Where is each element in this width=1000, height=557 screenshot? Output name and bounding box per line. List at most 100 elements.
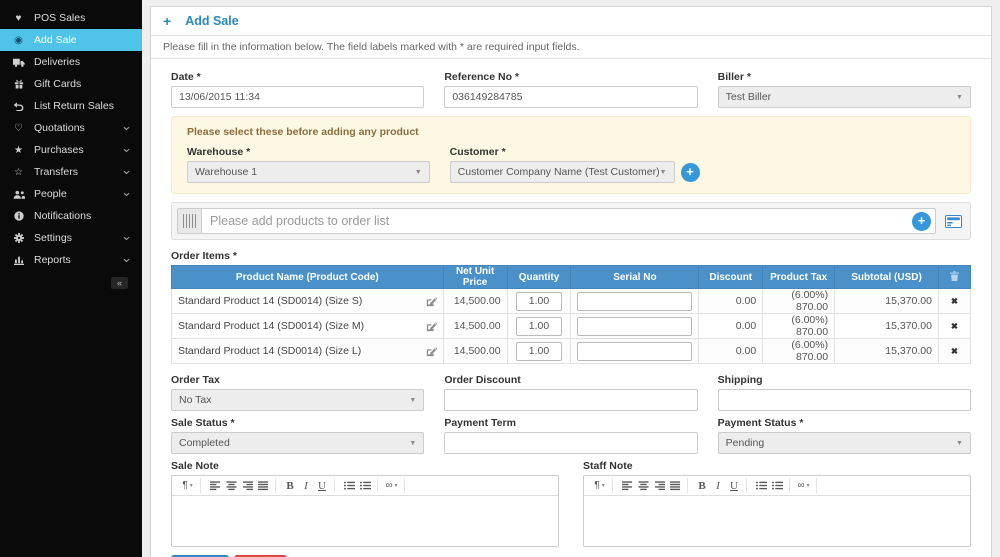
- edit-product-icon[interactable]: [426, 296, 437, 307]
- link-icon[interactable]: ∞▼: [385, 478, 399, 493]
- ordered-list-icon[interactable]: [770, 478, 784, 493]
- order-tax-select[interactable]: No Tax ▼: [171, 389, 424, 411]
- paragraph-style-icon[interactable]: ¶▼: [181, 478, 195, 493]
- gift-icon: [12, 79, 25, 89]
- product-search-input[interactable]: [202, 214, 912, 228]
- align-justify-icon[interactable]: [256, 478, 270, 493]
- truck-icon: [12, 58, 25, 67]
- staff-note-label: Staff Note: [583, 460, 971, 472]
- unordered-list-icon[interactable]: [754, 478, 768, 493]
- net-unit-price-cell: 14,500.00: [443, 289, 507, 314]
- serial-no-cell: [571, 289, 699, 314]
- order-items-header-row: Product Name (Product Code)Net Unit Pric…: [172, 266, 971, 289]
- order-tax-value: No Tax: [179, 394, 409, 406]
- serial-no-input[interactable]: [577, 317, 692, 336]
- code-icon[interactable]: [412, 478, 426, 493]
- align-left-icon[interactable]: [620, 478, 634, 493]
- sidebar-item-transfers[interactable]: ☆Transfers: [0, 161, 142, 183]
- biller-select[interactable]: Test Biller ▼: [718, 86, 971, 108]
- remove-row-icon[interactable]: ✖: [945, 321, 964, 332]
- payment-term-input[interactable]: [444, 432, 697, 454]
- edit-product-icon[interactable]: [426, 346, 437, 357]
- net-unit-price-cell: 14,500.00: [443, 314, 507, 339]
- warehouse-select[interactable]: Warehouse 1 ▼: [187, 161, 430, 183]
- sale-note-content[interactable]: [172, 496, 558, 546]
- sidebar-item-purchases[interactable]: ★Purchases: [0, 139, 142, 161]
- sidebar-item-list-return-sales[interactable]: List Return Sales: [0, 95, 142, 117]
- italic-icon[interactable]: I: [299, 478, 313, 493]
- customer-value: Customer Company Name (Test Customer): [458, 166, 660, 178]
- align-justify-icon[interactable]: [668, 478, 682, 493]
- sidebar-item-people[interactable]: People: [0, 183, 142, 205]
- underline-icon[interactable]: U: [315, 478, 329, 493]
- chevron-down-icon: ▼: [409, 397, 416, 404]
- align-right-icon[interactable]: [240, 478, 254, 493]
- net-unit-price-cell: 14,500.00: [443, 339, 507, 364]
- payment-status-select[interactable]: Pending ▼: [718, 432, 971, 454]
- quantity-cell: [507, 289, 571, 314]
- sale-status-select[interactable]: Completed ▼: [171, 432, 424, 454]
- quantity-input[interactable]: [516, 317, 562, 336]
- align-right-icon[interactable]: [652, 478, 666, 493]
- shipping-input[interactable]: [718, 389, 971, 411]
- bold-icon[interactable]: B: [283, 478, 297, 493]
- sale-status-field: Sale Status * Completed ▼: [171, 417, 424, 454]
- add-product-button[interactable]: +: [912, 212, 931, 231]
- toolbar-group: [819, 478, 843, 493]
- sidebar-item-notifications[interactable]: Notifications: [0, 205, 142, 227]
- underline-icon[interactable]: U: [727, 478, 741, 493]
- toolbar-group: [615, 478, 688, 493]
- order-tax-field: Order Tax No Tax ▼: [171, 374, 424, 411]
- payment-term-label: Payment Term: [444, 417, 697, 429]
- code-icon[interactable]: [824, 478, 838, 493]
- sidebar-item-add-sale[interactable]: ◉Add Sale: [0, 29, 142, 51]
- paragraph-style-icon[interactable]: ¶▼: [593, 478, 607, 493]
- sidebar-item-reports[interactable]: Reports: [0, 249, 142, 271]
- pre-product-warning-box: Please select these before adding any pr…: [171, 116, 971, 194]
- customer-field: Customer * Customer Company Name (Test C…: [450, 146, 693, 183]
- sidebar-item-deliveries[interactable]: Deliveries: [0, 51, 142, 73]
- sidebar-item-quotations[interactable]: ♡Quotations: [0, 117, 142, 139]
- serial-no-input[interactable]: [577, 292, 692, 311]
- staff-note-content[interactable]: [584, 496, 970, 546]
- sidebar-item-label: List Return Sales: [34, 100, 130, 112]
- align-left-icon[interactable]: [208, 478, 222, 493]
- add-customer-button[interactable]: +: [681, 163, 700, 182]
- keypad-icon[interactable]: [945, 215, 962, 228]
- sidebar-item-pos-sales[interactable]: ♥POS Sales: [0, 7, 142, 29]
- payment-status-field: Payment Status * Pending ▼: [718, 417, 971, 454]
- staff-note-toolbar: ¶▼ BIU ∞▼: [584, 476, 970, 496]
- sidebar-item-settings[interactable]: Settings: [0, 227, 142, 249]
- link-icon[interactable]: ∞▼: [797, 478, 811, 493]
- product-search-group: +: [177, 208, 936, 234]
- ordered-list-icon[interactable]: [358, 478, 372, 493]
- date-field: Date *: [171, 71, 424, 108]
- page-title: Add Sale: [185, 14, 239, 28]
- order-discount-input[interactable]: [444, 389, 697, 411]
- subtotal-cell: 15,370.00: [835, 339, 939, 364]
- unordered-list-icon[interactable]: [342, 478, 356, 493]
- toolbar-group: [337, 478, 378, 493]
- gear-icon: [12, 233, 25, 243]
- remove-row-icon[interactable]: ✖: [945, 346, 964, 357]
- serial-no-input[interactable]: [577, 342, 692, 361]
- bold-icon[interactable]: B: [695, 478, 709, 493]
- quantity-input[interactable]: [516, 292, 562, 311]
- remove-row-icon[interactable]: ✖: [945, 296, 964, 307]
- payment-status-value: Pending: [726, 437, 956, 449]
- sale-note-editor: ¶▼ BIU ∞▼: [171, 475, 559, 547]
- sidebar-collapse-button[interactable]: «: [111, 277, 128, 289]
- chevron-down-icon: [123, 192, 130, 197]
- edit-product-icon[interactable]: [426, 321, 437, 332]
- serial-no-cell: [571, 314, 699, 339]
- align-center-icon[interactable]: [636, 478, 650, 493]
- reference-no-label: Reference No *: [444, 71, 697, 83]
- reference-no-input[interactable]: [444, 86, 697, 108]
- date-input[interactable]: [171, 86, 424, 108]
- customer-select[interactable]: Customer Company Name (Test Customer) ▼: [450, 161, 675, 183]
- quantity-input[interactable]: [516, 342, 562, 361]
- italic-icon[interactable]: I: [711, 478, 725, 493]
- align-center-icon[interactable]: [224, 478, 238, 493]
- column-header: Net Unit Price: [443, 266, 507, 289]
- sidebar-item-gift-cards[interactable]: Gift Cards: [0, 73, 142, 95]
